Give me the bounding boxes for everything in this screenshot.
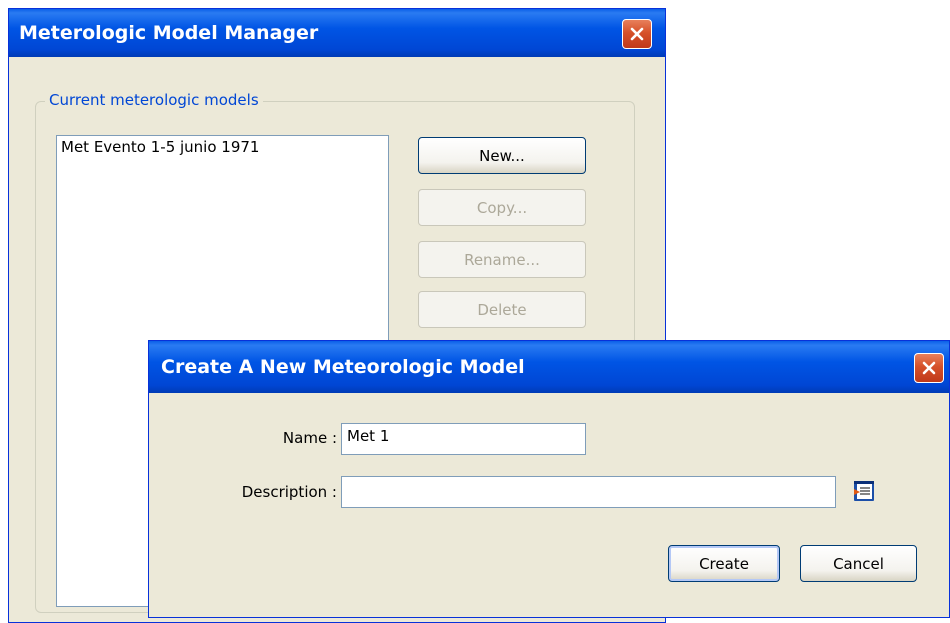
close-icon <box>922 361 936 375</box>
delete-button[interactable]: Delete <box>418 291 586 328</box>
rename-button[interactable]: Rename... <box>418 241 586 278</box>
copy-button[interactable]: Copy... <box>418 189 586 226</box>
create-button[interactable]: Create <box>668 545 780 582</box>
create-model-titlebar[interactable]: Create A New Meteorologic Model <box>149 341 949 393</box>
model-manager-close-button[interactable] <box>622 19 652 49</box>
model-manager-titlebar[interactable]: Meterologic Model Manager <box>9 9 665 57</box>
description-label: Description : <box>241 483 337 501</box>
edit-text-icon <box>854 481 874 501</box>
name-field[interactable]: Met 1 <box>341 423 586 455</box>
new-button[interactable]: New... <box>418 137 586 174</box>
close-icon <box>630 27 644 41</box>
list-item[interactable]: Met Evento 1-5 junio 1971 <box>57 136 388 158</box>
current-models-group-label: Current meterologic models <box>45 91 263 109</box>
create-model-dialog: Create A New Meteorologic Model Name : M… <box>148 340 950 618</box>
create-model-title: Create A New Meteorologic Model <box>161 356 525 378</box>
description-field[interactable] <box>341 476 836 508</box>
model-manager-title: Meterologic Model Manager <box>19 22 319 44</box>
cancel-button[interactable]: Cancel <box>800 545 917 582</box>
create-model-close-button[interactable] <box>914 353 944 383</box>
name-label: Name : <box>282 429 337 447</box>
edit-description-button[interactable] <box>852 479 876 503</box>
